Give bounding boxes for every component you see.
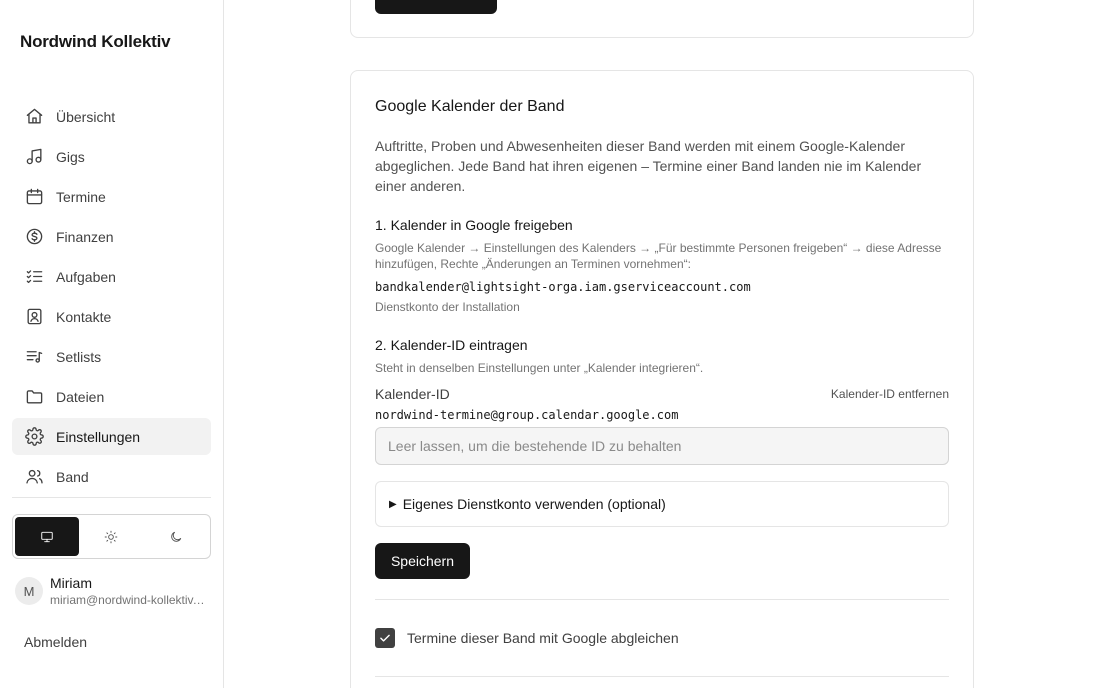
music-note-icon bbox=[24, 147, 44, 167]
service-account-note: Dienstkonto der Installation bbox=[375, 300, 520, 314]
dollar-circle-icon bbox=[24, 227, 44, 247]
sync-checkbox-row[interactable]: Termine dieser Band mit Google abgleiche… bbox=[375, 628, 679, 648]
sidebar-item-label: Kontakte bbox=[56, 308, 112, 325]
list-music-icon bbox=[24, 347, 44, 367]
sidebar-item-label: Band bbox=[56, 468, 89, 485]
divider bbox=[375, 599, 949, 600]
card-intro-text: Auftritte, Proben und Abwesenheiten dies… bbox=[375, 138, 922, 194]
save-button[interactable]: Speichern bbox=[375, 543, 470, 579]
disclosure-triangle-icon: ▶ bbox=[389, 498, 397, 510]
step1-description: Google Kalender → Einstellungen des Kale… bbox=[375, 241, 942, 271]
checklist-icon bbox=[24, 267, 44, 287]
theme-system-button[interactable] bbox=[15, 517, 80, 556]
step1-title: 1. Kalender in Google freigeben bbox=[375, 217, 573, 233]
sidebar-item-einstellungen[interactable]: Einstellungen bbox=[12, 418, 211, 455]
google-calendar-card: Google Kalender der Band Auftritte, Prob… bbox=[350, 70, 974, 688]
step2-description: Steht in denselben Einstellungen unter „… bbox=[375, 361, 704, 375]
sidebar-divider bbox=[12, 497, 211, 498]
sidebar-item-finanzen[interactable]: Finanzen bbox=[12, 218, 211, 255]
moon-icon bbox=[171, 531, 181, 542]
sync-checkbox[interactable] bbox=[375, 628, 395, 648]
brand-name: Nordwind Kollektiv bbox=[20, 32, 171, 51]
monitor-icon bbox=[41, 531, 53, 542]
theme-light-button[interactable] bbox=[79, 517, 143, 556]
folder-icon bbox=[24, 387, 44, 407]
calendar-id-input[interactable] bbox=[375, 427, 949, 465]
sidebar-item-label: Setlists bbox=[56, 348, 102, 365]
own-service-account-disclosure[interactable]: ▶ Eigenes Dienstkonto verwenden (optiona… bbox=[375, 481, 949, 527]
sidebar-item-label: Dateien bbox=[56, 388, 105, 405]
user-email: miriam@nordwind-kollektiv.de bbox=[50, 592, 207, 607]
user-name: Miriam bbox=[50, 574, 92, 591]
sidebar-nav: Übersicht Gigs Termine Finanzen Aufgaben bbox=[12, 98, 211, 498]
user-profile[interactable]: M Miriam miriam@nordwind-kollektiv.de bbox=[15, 574, 211, 608]
sun-icon bbox=[105, 530, 118, 543]
sync-checkbox-label: Termine dieser Band mit Google abgleiche… bbox=[407, 630, 679, 646]
calendar-id-label: Kalender-ID bbox=[375, 386, 450, 402]
sidebar-item-kontakte[interactable]: Kontakte bbox=[12, 298, 211, 335]
sidebar-item-aufgaben[interactable]: Aufgaben bbox=[12, 258, 211, 295]
sidebar-item-label: Termine bbox=[56, 188, 106, 205]
sidebar: Nordwind Kollektiv Übersicht Gigs Termin… bbox=[0, 0, 224, 688]
avatar: M bbox=[15, 577, 43, 605]
remove-calendar-id-link[interactable]: Kalender-ID entfernen bbox=[831, 387, 949, 401]
step2-title: 2. Kalender-ID eintragen bbox=[375, 337, 528, 353]
previous-save-button[interactable] bbox=[375, 0, 497, 14]
calendar-icon bbox=[24, 187, 44, 207]
users-icon bbox=[24, 467, 44, 487]
divider bbox=[375, 676, 949, 677]
previous-settings-card bbox=[350, 0, 974, 38]
gear-icon bbox=[24, 427, 44, 447]
sidebar-item-label: Finanzen bbox=[56, 228, 114, 245]
sidebar-item-uebersicht[interactable]: Übersicht bbox=[12, 98, 211, 135]
sidebar-item-band[interactable]: Band bbox=[12, 458, 211, 495]
current-calendar-id: nordwind-termine@group.calendar.google.c… bbox=[375, 408, 679, 422]
contact-book-icon bbox=[24, 307, 44, 327]
disclosure-label: Eigenes Dienstkonto verwenden (optional) bbox=[402, 496, 666, 512]
sidebar-item-setlists[interactable]: Setlists bbox=[12, 338, 211, 375]
home-icon bbox=[24, 107, 44, 127]
sidebar-item-label: Übersicht bbox=[56, 108, 116, 125]
checkmark-icon bbox=[380, 634, 390, 642]
sidebar-item-label: Einstellungen bbox=[56, 428, 141, 445]
service-account-email: bandkalender@lightsight-orga.iam.gservic… bbox=[375, 280, 751, 294]
sidebar-item-gigs[interactable]: Gigs bbox=[12, 138, 211, 175]
theme-dark-button[interactable] bbox=[144, 517, 208, 556]
sidebar-item-termine[interactable]: Termine bbox=[12, 178, 211, 215]
logout-button[interactable]: Abmelden bbox=[24, 634, 87, 650]
sidebar-item-dateien[interactable]: Dateien bbox=[12, 378, 211, 415]
sidebar-item-label: Aufgaben bbox=[56, 268, 116, 285]
sidebar-item-label: Gigs bbox=[56, 148, 85, 165]
card-title: Google Kalender der Band bbox=[375, 98, 565, 115]
theme-switcher bbox=[12, 514, 211, 559]
